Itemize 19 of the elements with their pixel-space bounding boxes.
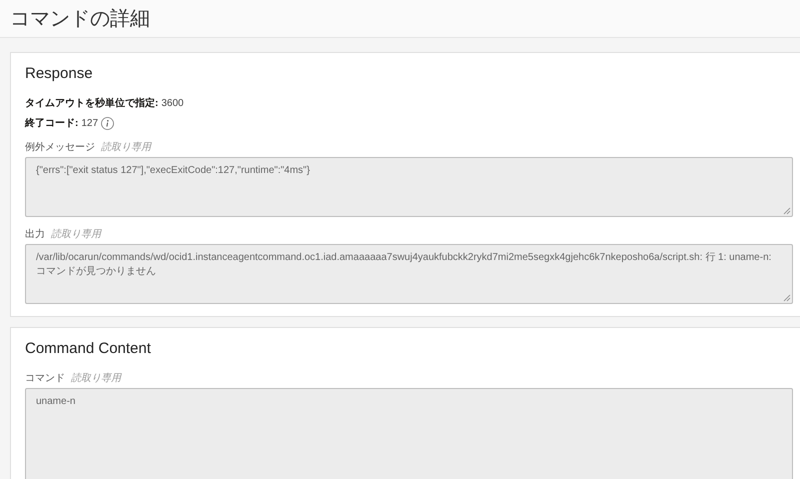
text-area-value: uname-n xyxy=(36,396,76,407)
property-value: 3600 xyxy=(161,98,184,108)
section-title: Command Content xyxy=(25,340,152,357)
resize-grip-icon[interactable] xyxy=(783,294,791,302)
field-label: 出力 xyxy=(25,228,45,241)
text-area-value: {"errs":["exit status 127"],"execExitCode":127,"runtime":"4ms"} xyxy=(36,165,310,176)
read-only-note: 読取り専用 xyxy=(51,228,101,241)
page-title: コマンドの詳細 xyxy=(10,7,150,32)
resize-grip-icon[interactable] xyxy=(783,207,791,215)
text-area-value: /var/lib/ocarun/commands/wd/ocid1.instanceagentcommand.oc1.iad.amaaaaaa7swuj4yaukfubckk2rykd7mi2me5segxk4gjehc6k7nkeposho6a/script.sh: 行 1: uname-n: コマンドが見つかりません xyxy=(36,252,772,277)
field-label: 例外メッセージ xyxy=(25,141,95,154)
section-title: Response xyxy=(25,65,94,82)
field-label: コマンド xyxy=(25,372,65,385)
read-only-note: 読取り専用 xyxy=(71,372,121,385)
read-only-note: 読取り専用 xyxy=(101,140,151,154)
property-value: 127 xyxy=(81,118,98,128)
property-label: タイムアウトを秒単位で指定: xyxy=(25,96,158,110)
property-label: 終了コード: xyxy=(25,116,78,130)
info-icon[interactable] xyxy=(101,116,114,130)
